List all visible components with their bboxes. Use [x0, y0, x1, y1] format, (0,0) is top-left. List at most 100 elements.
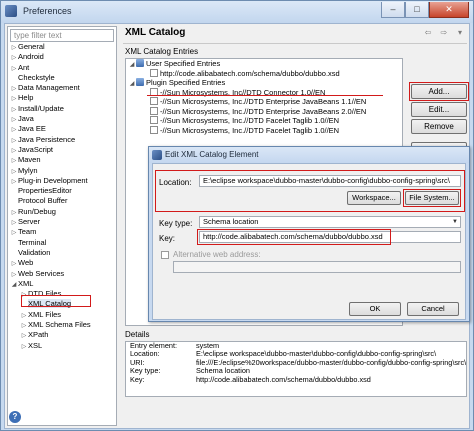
title-bar[interactable]: Preferences – □ ✕ [1, 1, 473, 23]
workspace-button[interactable]: Workspace... [347, 191, 401, 205]
tree-item[interactable]: ▷ Maven [10, 155, 116, 165]
tree-item[interactable]: ▷ Mylyn [10, 166, 116, 176]
minimize-button[interactable]: – [381, 2, 405, 18]
tree-item[interactable]: ▷ General [10, 42, 116, 52]
tree-item[interactable]: XML Catalog [10, 299, 116, 309]
catalog-entry-row[interactable]: -//Sun Microsystems, Inc//DTD Connector … [126, 87, 402, 98]
tree-item[interactable]: ▷ Data Management [10, 83, 116, 93]
tree-item[interactable]: ▷ Help [10, 93, 116, 103]
window-controls: – □ ✕ [381, 2, 469, 20]
tree-item[interactable]: ▷ Ant [10, 63, 116, 73]
tree-item[interactable]: ▷ XPath [10, 330, 116, 340]
tree-item[interactable]: ▷ Install/Update [10, 104, 116, 114]
chevron-down-icon: ▼ [452, 219, 458, 225]
eclipse-app-icon [5, 5, 17, 17]
tree-item-label: Validation [18, 247, 51, 257]
tree-item[interactable]: ▷ Web Services [10, 269, 116, 279]
catalog-entry-row[interactable]: -//Sun Microsystems, Inc.//DTD Facelet T… [126, 125, 402, 136]
catalog-entry-row[interactable]: -//Sun Microsystems, Inc.//DTD Facelet T… [126, 116, 402, 126]
tree-item[interactable]: ▷ JavaScript [10, 145, 116, 155]
catalog-entry-row[interactable]: http://code.alibabatech.com/schema/dubbo… [126, 68, 402, 79]
expand-arrow-icon[interactable]: ▷ [20, 342, 28, 352]
view-menu-icon[interactable]: ▾ [453, 27, 467, 39]
catalog-entry-icon [150, 106, 158, 115]
tree-item[interactable]: ▷ Plug-in Development [10, 176, 116, 186]
tree-item[interactable]: Protocol Buffer [10, 196, 116, 206]
dialog-body: Location: E:\eclipse workspace\dubbo-mas… [152, 163, 466, 320]
close-button[interactable]: ✕ [429, 2, 469, 18]
tree-item[interactable]: PropertiesEditor [10, 186, 116, 196]
title-separator [123, 43, 467, 44]
tree-item-label: Java Persistence [18, 134, 76, 144]
catalog-entry-row[interactable]: -//Sun Microsystems, Inc.//DTD Enterpris… [126, 97, 402, 107]
tree-item[interactable]: ▷ Java [10, 114, 116, 124]
tree-item[interactable]: ▷ Team [10, 227, 116, 237]
catalog-entry-icon [150, 97, 158, 105]
catalog-entry-label: -//Sun Microsystems, Inc.//DTD Enterpris… [160, 97, 367, 106]
tree-item-label: Java EE [18, 124, 46, 134]
catalog-entry-row[interactable]: ◢ User Specified Entries [126, 59, 402, 69]
tree-item[interactable]: ▷ XML Files [10, 310, 116, 320]
preference-tree: ▷ General ▷ Android ▷ Ant Checkstyle ▷ Data Mana… [10, 42, 116, 351]
tree-item[interactable]: Terminal [10, 238, 116, 248]
catalog-entry-icon [150, 87, 158, 96]
ok-button[interactable]: OK [349, 302, 401, 316]
tree-item[interactable]: Validation [10, 248, 116, 258]
window-title: Preferences [23, 6, 72, 16]
edit-button[interactable]: Edit... [411, 102, 467, 117]
tree-item[interactable]: ▷ XML Schema Files [10, 320, 116, 330]
details-row: Key: http://code.alibabatech.com/schema/d… [126, 374, 466, 384]
tree-item-label: Android [18, 52, 44, 62]
tree-item-label: DTD Files [28, 289, 62, 299]
catalog-entry-icon [150, 68, 158, 77]
edit-catalog-element-dialog: Edit XML Catalog Element Location: E:\ec… [148, 146, 470, 322]
tree-item-label: XSL [28, 340, 43, 350]
dialog-title-bar[interactable]: Edit XML Catalog Element [149, 147, 469, 163]
tree-item-label: Checkstyle [18, 72, 55, 82]
location-label: Location: [159, 178, 192, 187]
catalog-entry-label: -//Sun Microsystems, Inc.//DTD Facelet T… [160, 116, 340, 125]
alt-web-address-field[interactable] [173, 261, 461, 273]
tree-item[interactable]: ▷ DTD Files [10, 289, 116, 299]
tree-item[interactable]: ▷ XSL [10, 341, 116, 351]
tree-item[interactable]: ▷ Web [10, 258, 116, 268]
add-button[interactable]: Add... [411, 84, 467, 99]
tree-item-label: Server [18, 217, 41, 227]
tree-item-label: Java [18, 114, 34, 124]
tree-item[interactable]: ▷ Run/Debug [10, 207, 116, 217]
tree-item[interactable]: ▷ Java Persistence [10, 135, 116, 145]
tree-item-label: Web [18, 258, 34, 268]
key-field[interactable]: http://code.alibabatech.com/schema/dubbo… [199, 231, 461, 243]
tree-item[interactable]: ▷ Server [10, 217, 116, 227]
filter-input[interactable]: type filter text [10, 29, 114, 42]
cancel-button[interactable]: Cancel [407, 302, 459, 316]
tree-item-label: Maven [18, 155, 41, 165]
tree-item-label: Web Services [18, 268, 65, 278]
back-arrow-icon[interactable]: ⇦ [421, 27, 435, 39]
key-type-select[interactable]: Schema location ▼ [199, 216, 461, 228]
help-icon[interactable]: ? [9, 411, 21, 423]
tree-item[interactable]: ◢ XML [10, 279, 116, 289]
key-type-value: Schema location [203, 217, 259, 226]
tree-item[interactable]: ▷ Android [10, 52, 116, 62]
tree-item[interactable]: Checkstyle [10, 73, 116, 83]
remove-button[interactable]: Remove [411, 119, 467, 134]
dialog-title: Edit XML Catalog Element [165, 150, 259, 159]
alt-web-address-checkbox[interactable] [161, 251, 169, 259]
tree-item-label: Data Management [18, 83, 80, 93]
location-field[interactable]: E:\eclipse workspace\dubbo-master\dubbo-… [199, 175, 461, 187]
preference-tree-pane: type filter text ▷ General ▷ Android ▷ Ant Che… [7, 26, 117, 426]
details-panel: Entry element: system Location: E:\eclipse … [125, 341, 467, 397]
tree-item[interactable]: ▷ Java EE [10, 124, 116, 134]
maximize-button[interactable]: □ [405, 2, 429, 18]
tree-item-label: General [18, 42, 45, 51]
catalog-entry-row[interactable]: -//Sun Microsystems, Inc.//DTD Enterpris… [126, 106, 402, 117]
details-value: http://code.alibabatech.com/schema/dubbo… [196, 374, 371, 384]
file-system-button[interactable]: File System... [405, 191, 459, 205]
forward-arrow-icon[interactable]: ⇨ [437, 27, 451, 39]
tree-item-label: Team [18, 227, 37, 237]
catalog-entry-label: Plugin Specified Entries [146, 78, 226, 87]
catalog-entry-label: -//Sun Microsystems, Inc//DTD Connector … [160, 87, 326, 97]
dialog-app-icon [152, 150, 162, 160]
catalog-entry-row[interactable]: ◢ Plugin Specified Entries [126, 78, 402, 88]
